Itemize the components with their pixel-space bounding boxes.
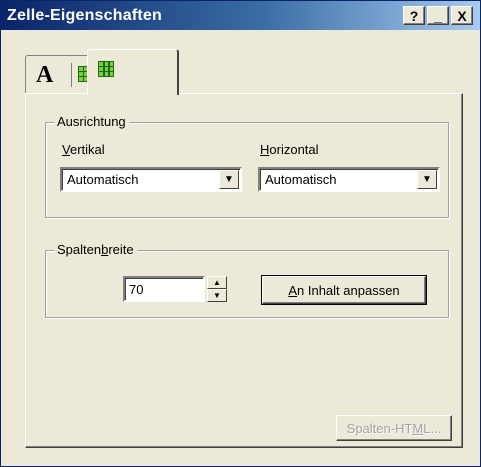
vertical-select[interactable]: Automatisch ▼ (60, 167, 242, 192)
fit-content-button-label: An Inhalt anpassen (288, 282, 400, 298)
column-html-button-label: Spalten-HTML... (346, 420, 442, 436)
column-width-legend: Spaltenbreite (54, 242, 137, 257)
close-button[interactable]: X (451, 6, 473, 25)
column-html-button[interactable]: Spalten-HTML... (336, 415, 452, 441)
text-format-icon: A (36, 62, 54, 88)
chevron-down-icon[interactable]: ▼ (219, 170, 239, 189)
tab-text-format[interactable]: A (25, 55, 95, 93)
alignment-legend: Ausrichtung (54, 114, 129, 129)
column-grid-icon (98, 61, 114, 77)
chevron-down-icon[interactable]: ▼ (417, 170, 437, 189)
spin-down-icon[interactable]: ▼ (207, 289, 227, 302)
minimize-button[interactable]: _ (427, 6, 449, 25)
dialog-window: Zelle-Eigenschaften ? _ X A Ausrichtung … (0, 0, 481, 467)
spin-up-icon[interactable]: ▲ (207, 276, 227, 289)
column-width-input[interactable]: 70 (123, 276, 205, 302)
column-width-value: 70 (129, 282, 144, 297)
horizontal-label: Horizontal (260, 142, 319, 157)
column-width-group: Spaltenbreite 70 ▲ ▼ An Inhalt anpassen (45, 242, 449, 318)
vertical-select-value: Automatisch (67, 172, 139, 187)
title-bar[interactable]: Zelle-Eigenschaften ? _ X (1, 1, 480, 30)
window-title: Zelle-Eigenschaften (7, 7, 162, 24)
horizontal-select-value: Automatisch (265, 172, 337, 187)
tab-panel: Ausrichtung Vertikal Automatisch ▼ Horiz… (25, 93, 463, 448)
tab-column[interactable] (87, 49, 179, 95)
help-button[interactable]: ? (403, 6, 425, 25)
horizontal-select[interactable]: Automatisch ▼ (258, 167, 440, 192)
fit-content-button[interactable]: An Inhalt anpassen (262, 276, 426, 304)
alignment-group: Ausrichtung Vertikal Automatisch ▼ Horiz… (45, 114, 449, 218)
vertical-label: Vertikal (62, 142, 105, 157)
tab-separator (71, 63, 72, 87)
